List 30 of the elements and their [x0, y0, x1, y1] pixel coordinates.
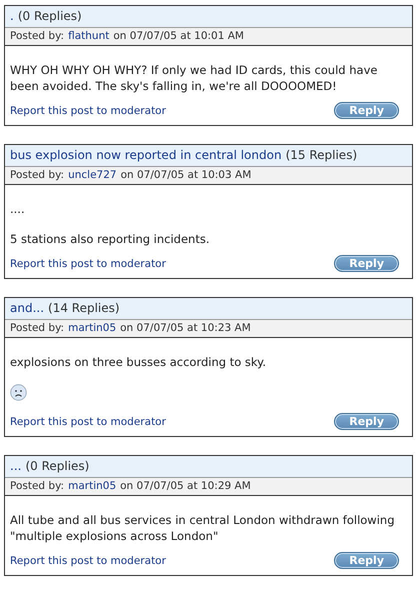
author-link[interactable]: uncle727	[68, 169, 117, 182]
reply-count: (0 Replies)	[18, 9, 82, 24]
posted-by-label: Posted by:	[10, 322, 64, 335]
post-date: on 07/07/05 at 10:01 AM	[113, 30, 244, 43]
report-link[interactable]: Report this post to moderator	[10, 554, 166, 566]
thread-title-link[interactable]: ...	[10, 459, 22, 474]
posted-by-label: Posted by:	[10, 480, 64, 493]
post-date: on 07/07/05 at 10:03 AM	[120, 169, 252, 182]
reply-count: (15 Replies)	[286, 148, 358, 163]
post-date: on 07/07/05 at 10:29 AM	[120, 480, 251, 493]
post-text: 5 stations also reporting incidents.	[10, 231, 211, 247]
report-link[interactable]: Report this post to moderator	[10, 416, 166, 428]
post-date: on 07/07/05 at 10:23 AM	[120, 322, 251, 335]
post-text: explosions on three busses according to sky.	[10, 354, 267, 370]
reply-count: (0 Replies)	[25, 459, 90, 474]
author-link[interactable]: martin05	[68, 322, 116, 335]
post-text: ....	[10, 201, 26, 217]
report-link[interactable]: Report this post to moderator	[10, 104, 166, 116]
posted-by-label: Posted by:	[10, 169, 64, 182]
thread-title-link[interactable]: .	[10, 9, 14, 24]
author-link[interactable]: flathunt	[68, 30, 110, 43]
post-text: WHY OH WHY OH WHY? If only we had ID cards, this could have been avoided. The sky's falling in, we're all DOOOOMED!	[10, 62, 378, 94]
post-text: All tube and all bus services in central London withdrawn following "multiple explosions across London"	[10, 512, 396, 544]
author-link[interactable]: martin05	[68, 480, 116, 493]
thread-title-link[interactable]: bus explosion now reported in central london	[10, 148, 282, 163]
posted-by-label: Posted by:	[10, 30, 64, 43]
reply-count: (14 Replies)	[48, 301, 120, 316]
sad-face-icon	[10, 384, 27, 401]
report-link[interactable]: Report this post to moderator	[10, 258, 166, 270]
thread-title-link[interactable]: and...	[10, 301, 44, 316]
